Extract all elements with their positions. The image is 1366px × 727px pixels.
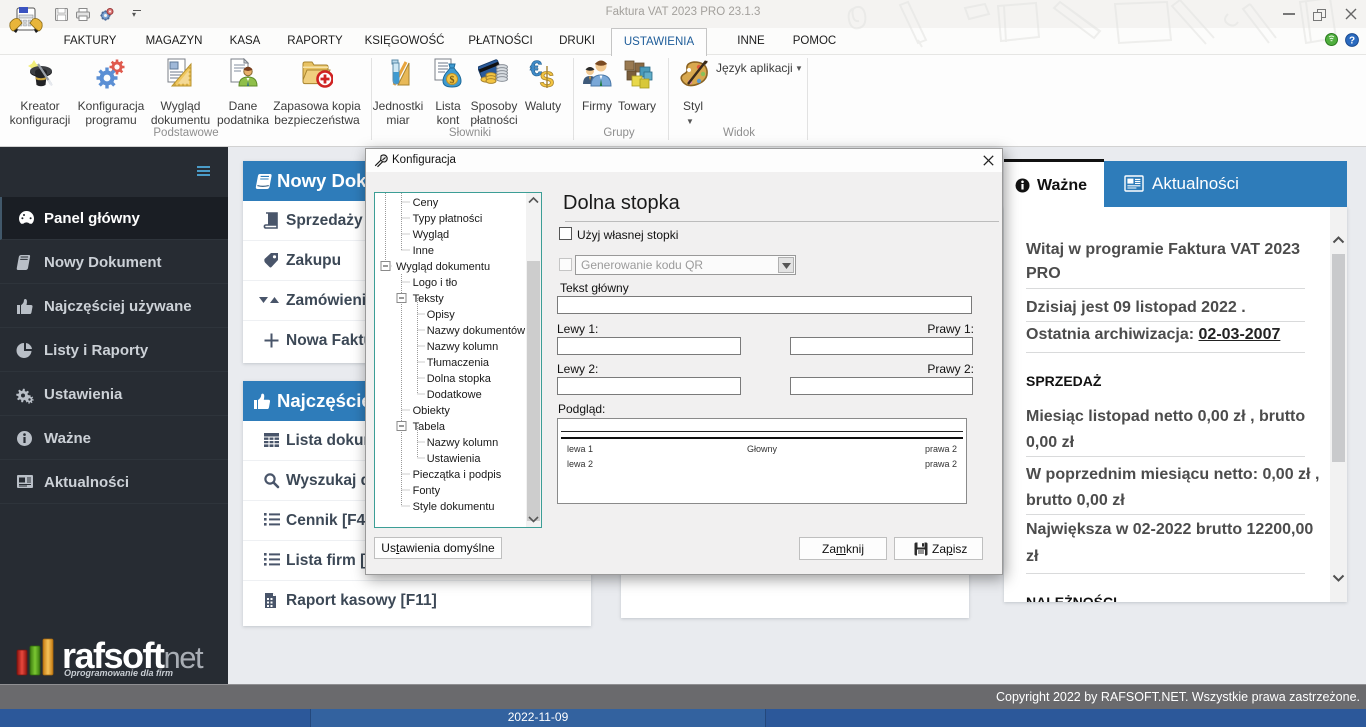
svg-text:Style dokumentu: Style dokumentu — [413, 501, 495, 513]
svg-text:Tabela: Tabela — [413, 421, 446, 433]
svg-text:Inne: Inne — [413, 245, 434, 257]
svg-text:Nazwy kolumn: Nazwy kolumn — [427, 341, 499, 353]
svg-text:Logo i tło: Logo i tło — [413, 277, 458, 289]
svg-text:?: ? — [1349, 35, 1355, 46]
svg-text:Typy płatności: Typy płatności — [413, 213, 483, 225]
svg-text:Obiekty: Obiekty — [413, 405, 451, 417]
svg-text:Ustawienia: Ustawienia — [427, 453, 482, 465]
svg-text:Wygląd dokumentu: Wygląd dokumentu — [396, 261, 490, 273]
svg-text:Dodatkowe: Dodatkowe — [427, 389, 482, 401]
svg-text:$: $ — [450, 75, 455, 86]
svg-text:Teksty: Teksty — [413, 293, 445, 305]
svg-text:Pieczątka i podpis: Pieczątka i podpis — [413, 469, 502, 481]
svg-text:Tłumaczenia: Tłumaczenia — [427, 357, 490, 369]
svg-text:Ceny: Ceny — [413, 197, 439, 209]
svg-text:Nazwy dokumentów: Nazwy dokumentów — [427, 325, 525, 337]
svg-text:Dolna stopka: Dolna stopka — [427, 373, 492, 385]
svg-text:Fonty: Fonty — [413, 485, 441, 497]
svg-text:Wygląd: Wygląd — [413, 229, 450, 241]
svg-text:Opisy: Opisy — [427, 309, 456, 321]
svg-text:Nazwy kolumn: Nazwy kolumn — [427, 437, 499, 449]
